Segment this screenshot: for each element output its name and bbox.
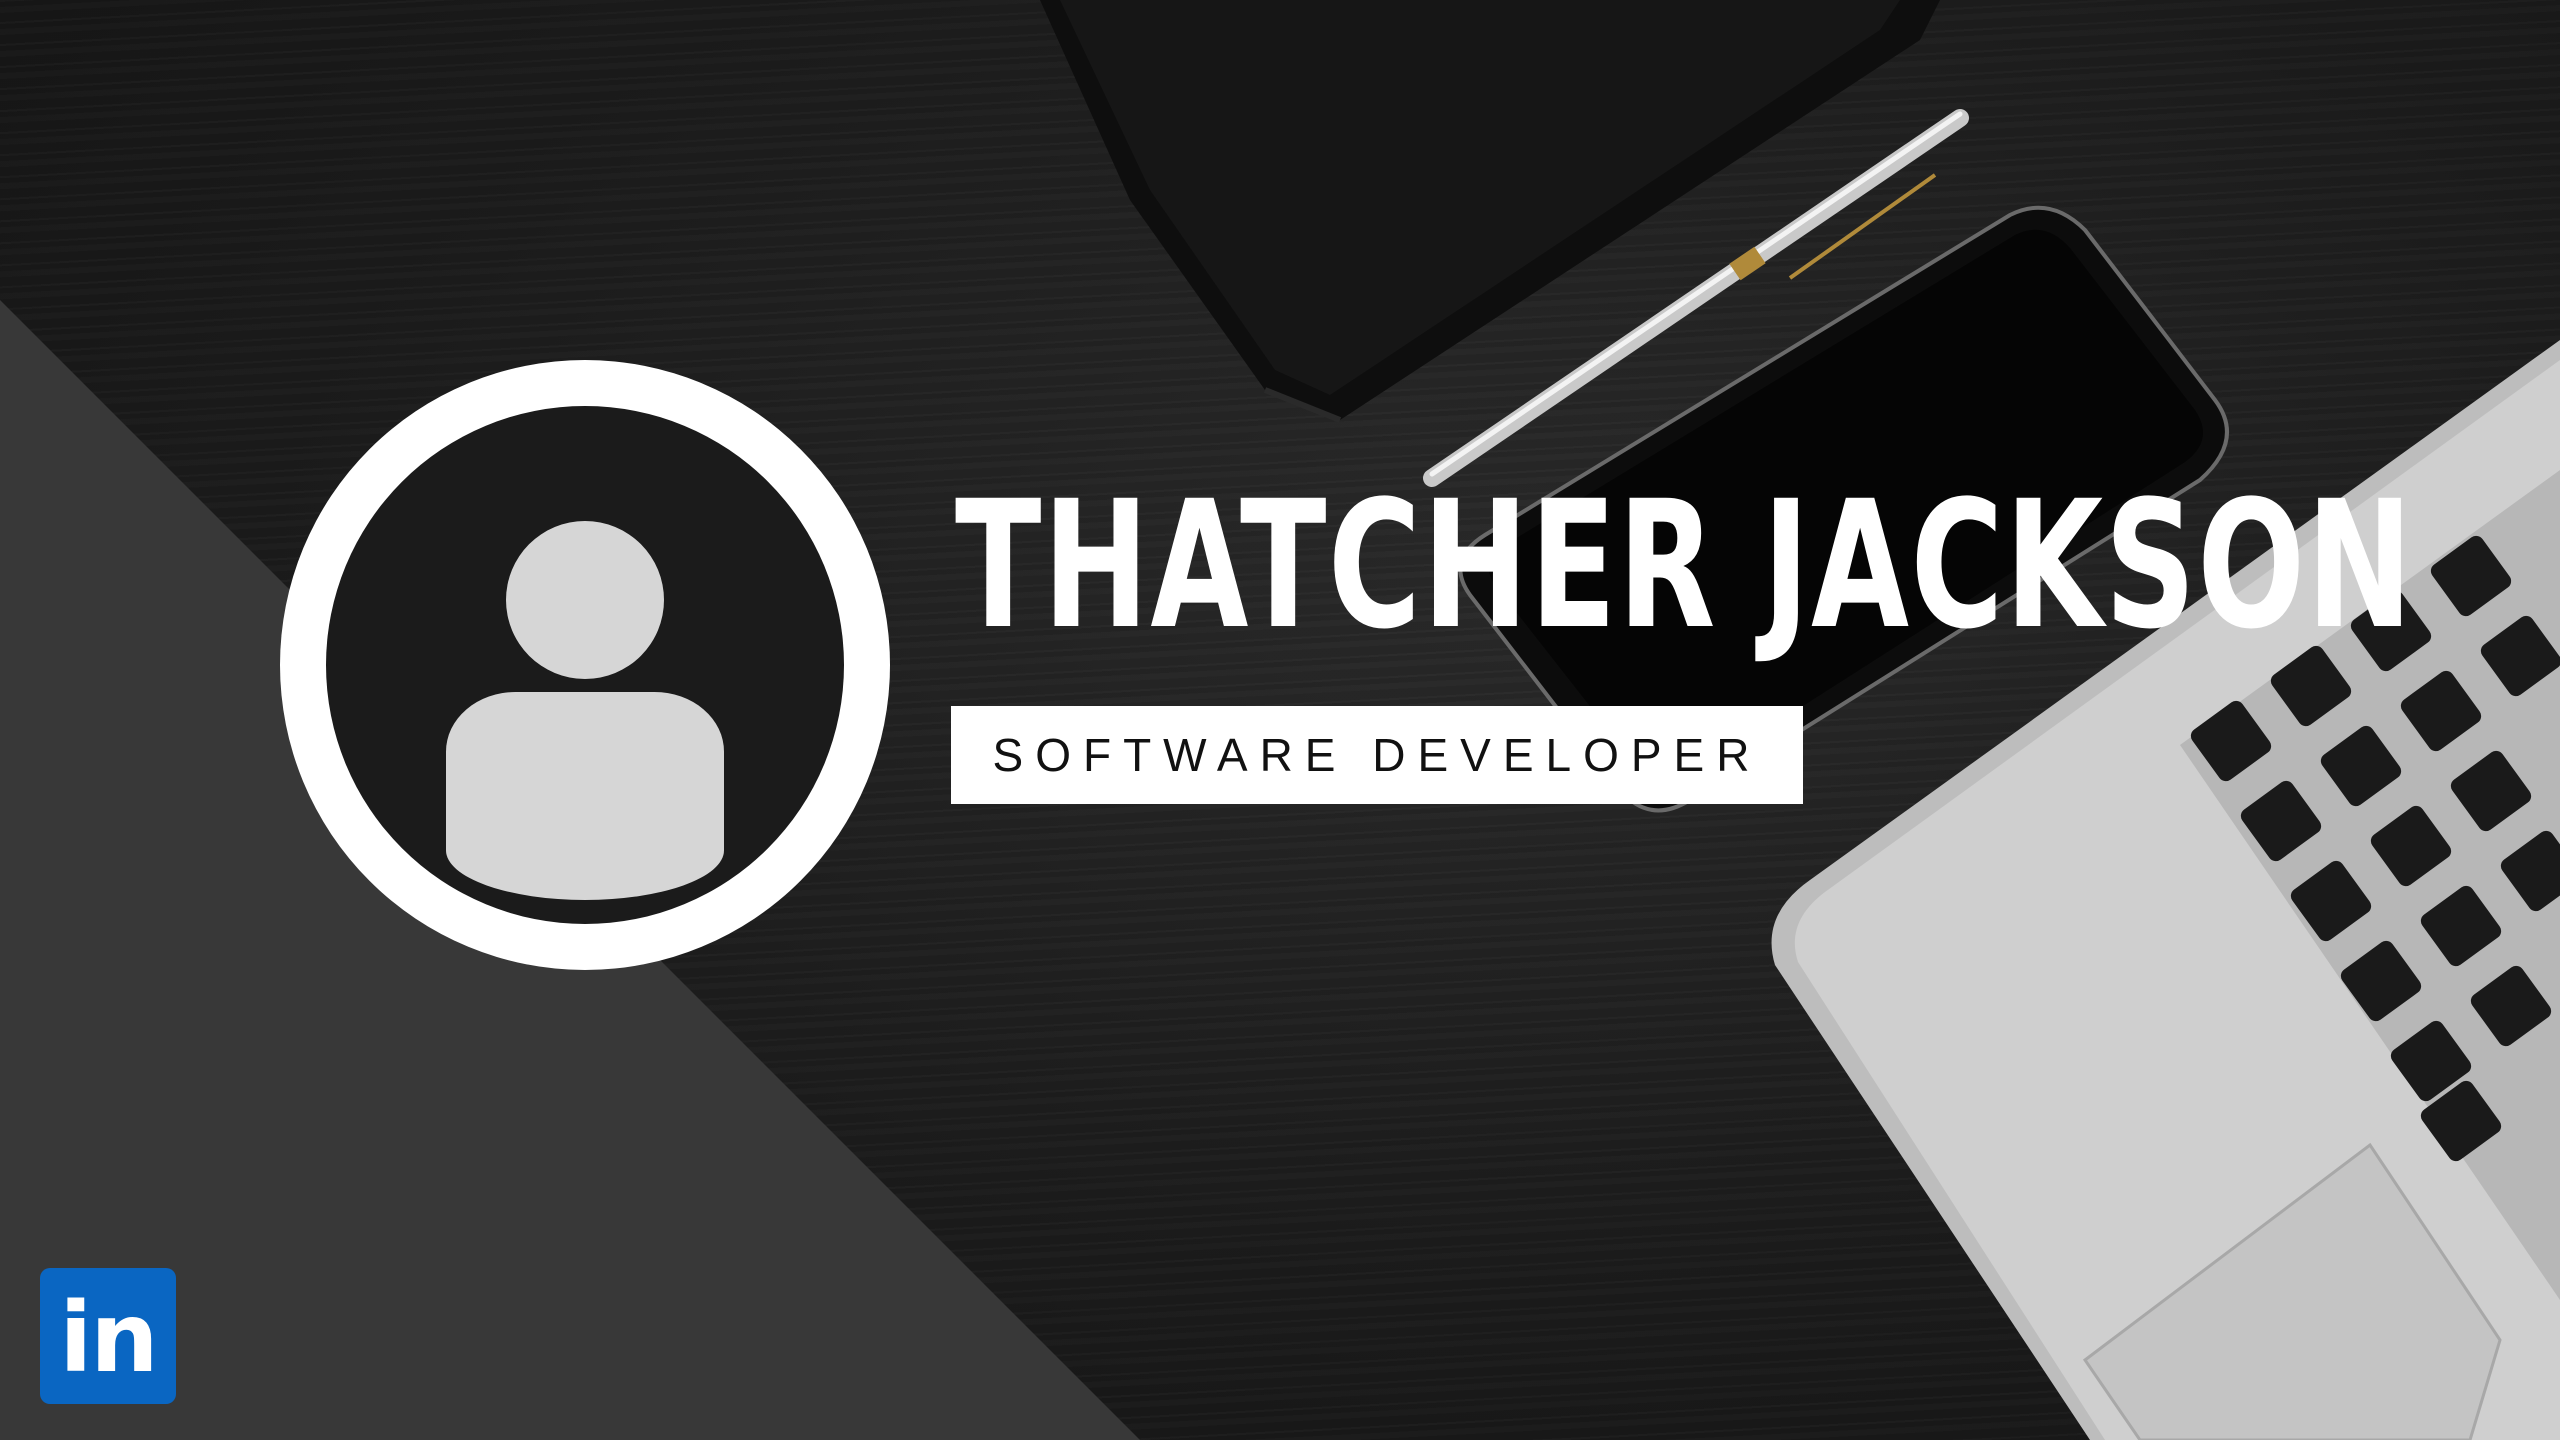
linkedin-label: in bbox=[59, 1282, 158, 1394]
avatar-head-shape bbox=[506, 521, 664, 679]
avatar bbox=[280, 360, 890, 970]
role-badge: SOFTWARE DEVELOPER bbox=[951, 706, 1803, 804]
profile-banner: THATCHER JACKSON SOFTWARE DEVELOPER in bbox=[0, 0, 2560, 1440]
profile-name: THATCHER JACKSON bbox=[955, 463, 2414, 668]
profile-role: SOFTWARE DEVELOPER bbox=[992, 729, 1762, 781]
linkedin-icon[interactable]: in bbox=[40, 1268, 176, 1404]
avatar-body-shape bbox=[446, 692, 724, 900]
user-silhouette-icon bbox=[326, 406, 844, 924]
